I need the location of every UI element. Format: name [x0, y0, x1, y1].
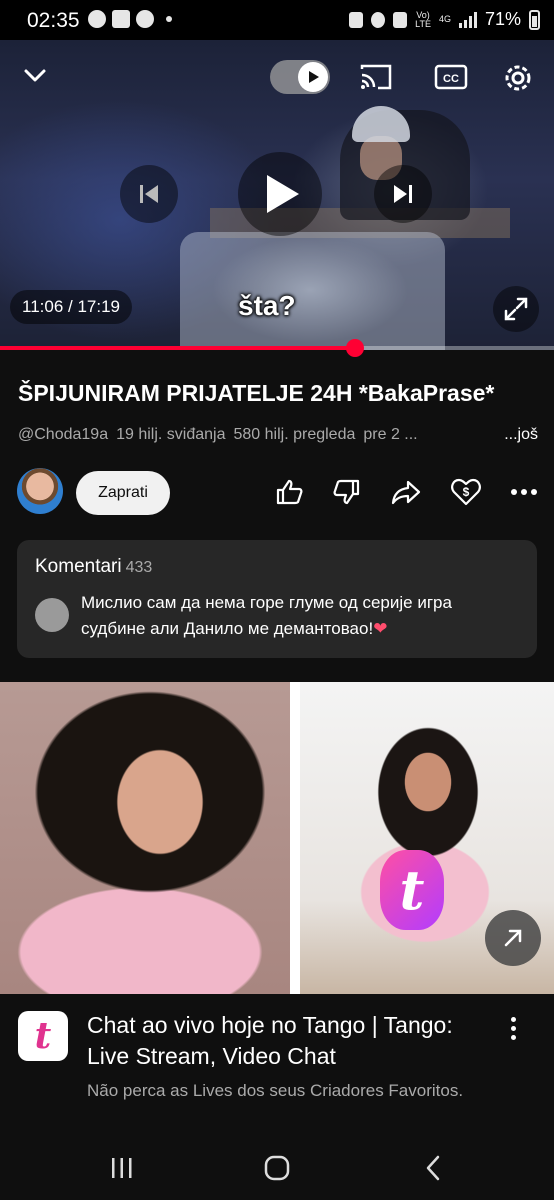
follow-button[interactable]: Zaprati	[76, 471, 170, 515]
dislike-icon[interactable]	[330, 475, 364, 509]
heart-emoji: ❤	[373, 619, 388, 638]
system-nav-bar	[0, 1136, 554, 1200]
progress-thumb[interactable]	[345, 339, 364, 357]
likes-count: 19 hilj. sviđanja	[116, 426, 226, 443]
cast-icon[interactable]	[358, 62, 394, 92]
comments-section[interactable]: Komentari 433 Мислио сам да нема горе глу…	[17, 540, 537, 658]
captions-icon[interactable]: CC	[433, 62, 469, 92]
video-player[interactable]: CC 11:06 / 17:19 šta?	[0, 40, 554, 350]
alarm-icon	[371, 11, 386, 28]
video-title[interactable]: ŠPIJUNIRAM PRIJATELJE 24H *BakaPrase*	[18, 380, 538, 407]
volte-indicator: Vo) LTE	[415, 9, 431, 29]
channel-handle: @Choda19a	[18, 426, 109, 443]
autoplay-toggle[interactable]	[270, 60, 330, 94]
signal-icon	[458, 11, 477, 28]
channel-avatar[interactable]	[17, 468, 63, 514]
comments-count: 433	[125, 559, 153, 576]
back-icon[interactable]	[413, 1148, 453, 1188]
fullscreen-icon[interactable]	[493, 286, 539, 332]
comments-heading: Komentari	[35, 556, 122, 577]
previous-icon[interactable]	[120, 165, 178, 223]
ad-image-left	[0, 682, 290, 994]
commenter-avatar	[35, 598, 69, 632]
battery-saver-icon	[349, 11, 364, 28]
gallery-icon	[112, 10, 130, 28]
mute-icon	[393, 11, 408, 28]
more-link[interactable]: ...još	[496, 426, 538, 444]
notification-dot-icon	[166, 16, 172, 22]
progress-bar[interactable]	[0, 339, 554, 357]
status-time: 02:35	[27, 9, 80, 32]
battery-percent: 71%	[484, 9, 521, 29]
home-icon[interactable]	[257, 1148, 297, 1188]
video-meta[interactable]: @Choda19a 19 hilj. sviđanja 580 hilj. pr…	[18, 426, 538, 444]
battery-icon	[529, 9, 540, 30]
play-icon	[298, 62, 328, 92]
recents-icon[interactable]	[102, 1148, 142, 1188]
ad-media[interactable]: t	[0, 682, 554, 994]
dnd-icon	[88, 10, 106, 28]
ad-title[interactable]: Chat ao vivo hoje no Tango | Tango: Live…	[87, 1010, 497, 1072]
tango-logo-icon: t	[380, 850, 444, 930]
chevron-down-icon[interactable]	[22, 62, 48, 88]
facebook-icon	[136, 10, 154, 28]
more-icon[interactable]	[507, 475, 541, 509]
settings-icon[interactable]	[500, 60, 536, 96]
views-count: 580 hilj. pregleda	[233, 426, 356, 443]
next-icon[interactable]	[374, 165, 432, 223]
thanks-icon[interactable]: $	[449, 475, 483, 509]
svg-text:CC: CC	[443, 73, 459, 85]
ad-description: Não perca as Lives dos seus Criadores Fa…	[87, 1081, 464, 1100]
subtitle-caption: šta?	[238, 290, 296, 321]
progress-fill	[0, 346, 355, 350]
open-link-icon[interactable]	[485, 910, 541, 966]
top-comment: Мислио сам да нема горе глуме од серије …	[81, 593, 452, 638]
share-icon[interactable]	[389, 475, 423, 509]
status-bar: 02:35 Vo) LTE 4G 71%	[0, 0, 554, 40]
network-type: 4G	[438, 14, 451, 24]
like-icon[interactable]	[272, 475, 306, 509]
ad-app-logo[interactable]: t	[18, 1011, 68, 1061]
ad-menu-icon[interactable]	[500, 1013, 526, 1043]
upload-age: pre 2 ...	[363, 426, 418, 443]
svg-text:$: $	[463, 485, 470, 499]
play-icon[interactable]	[238, 152, 322, 236]
time-display: 11:06 / 17:19	[10, 290, 132, 324]
